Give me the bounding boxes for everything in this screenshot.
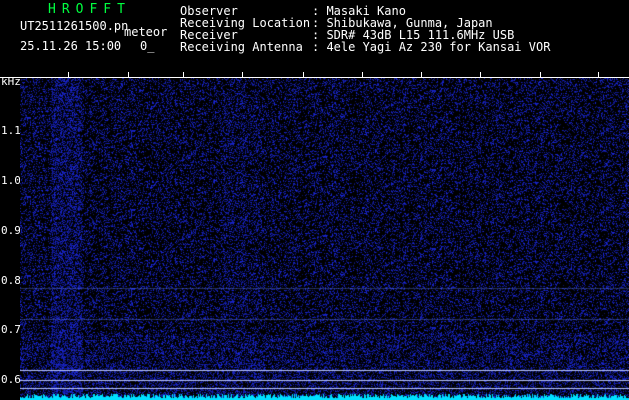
- datetime: 25.11.26 15:00: [20, 39, 122, 53]
- x-tick-mark: [242, 72, 243, 77]
- x-tick-mark: [303, 72, 304, 77]
- y-tick-0-7: 0.7: [1, 323, 21, 336]
- x-tick-mark: [540, 72, 541, 77]
- mode-label: meteor: [124, 25, 168, 39]
- y-tick-0-9: 0.9: [1, 224, 21, 237]
- x-tick-mark: [480, 72, 481, 77]
- x-tick-mark: [183, 72, 184, 77]
- x-tick-mark: [128, 72, 129, 77]
- spectrogram: [20, 78, 629, 400]
- y-tick-0-6: 0.6: [1, 373, 21, 386]
- app-title: HROFFT: [48, 2, 131, 17]
- antenna-label: Receiving Antenna: [180, 40, 303, 54]
- filename: UT2511261500.pn: [20, 19, 129, 33]
- count: 0_: [140, 39, 155, 53]
- y-tick-1-0: 1.0: [1, 174, 21, 187]
- y-tick-1-1: 1.1: [1, 124, 21, 137]
- x-tick-mark: [421, 72, 422, 77]
- x-tick-mark: [362, 72, 363, 77]
- x-tick-mark: [68, 72, 69, 77]
- x-tick-mark: [598, 72, 599, 77]
- antenna-value: : 4ele Yagi Az 230 for Kansai VOR: [312, 40, 551, 54]
- y-tick-0-8: 0.8: [1, 274, 21, 287]
